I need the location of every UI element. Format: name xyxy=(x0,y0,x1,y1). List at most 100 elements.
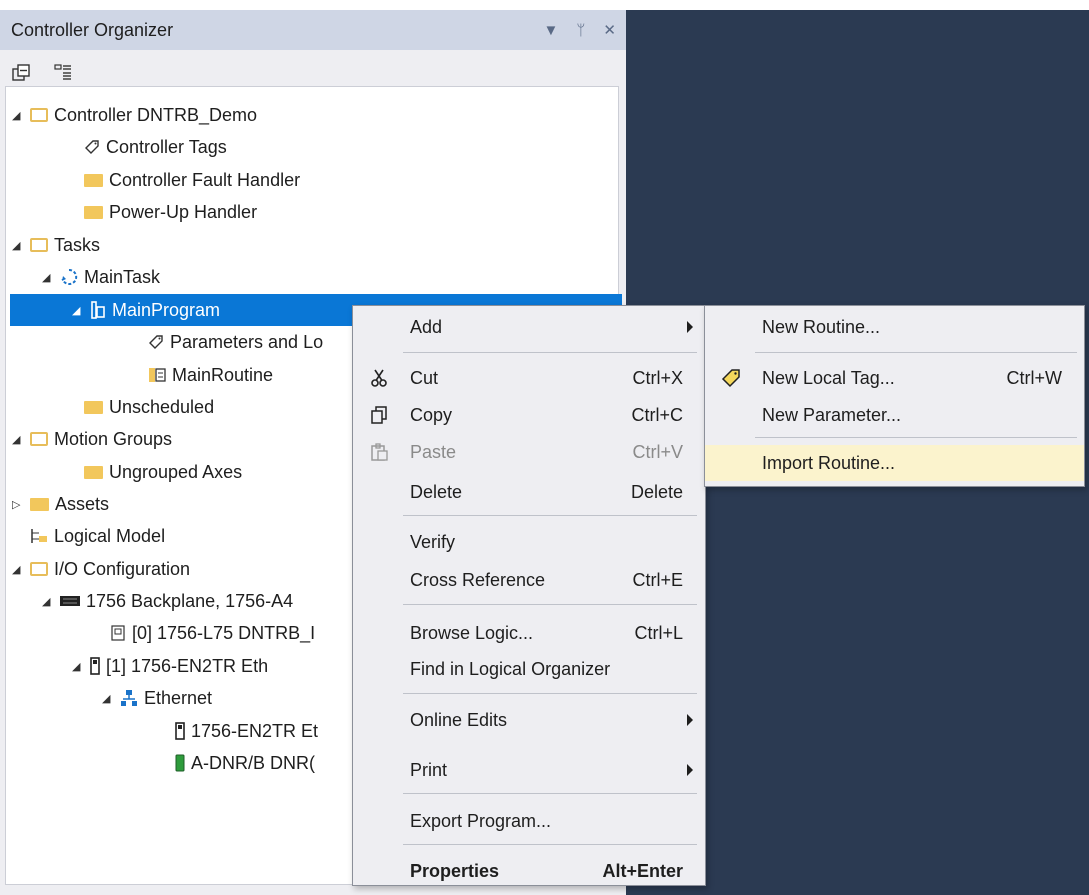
tree-item[interactable]: Controller Fault Handler xyxy=(66,164,300,196)
tree-item-label: A-DNR/B DNR( xyxy=(191,752,315,773)
menu-item-label: Paste xyxy=(410,441,457,462)
menu-separator xyxy=(403,693,697,694)
tree-item[interactable]: ◢ MainTask xyxy=(42,261,160,293)
tree-item-label: Motion Groups xyxy=(54,428,173,449)
submenu-item-new-routine[interactable]: New Routine... xyxy=(705,309,1084,345)
tree-item-label: Tasks xyxy=(54,234,101,255)
expander-icon[interactable]: ◢ xyxy=(42,271,60,284)
close-icon[interactable]: ✕ xyxy=(603,21,616,39)
top-strip xyxy=(0,0,1089,10)
tree-item[interactable]: MainRoutine xyxy=(130,359,273,391)
expander-icon[interactable]: ◢ xyxy=(72,304,90,317)
panel-title: Controller Organizer xyxy=(11,19,174,40)
submenu-item-import-routine[interactable]: Import Routine... xyxy=(705,445,1084,481)
menu-item-cross-reference[interactable]: Cross Reference Ctrl+E xyxy=(353,562,705,598)
folder-open-icon xyxy=(30,432,54,446)
menu-item-label: Delete xyxy=(410,481,463,502)
tag-icon xyxy=(84,139,106,155)
menu-separator xyxy=(403,793,697,794)
dropdown-icon[interactable]: ▼ xyxy=(544,22,559,39)
tree-item-label: Controller Fault Handler xyxy=(109,169,301,190)
tree-item[interactable]: ◢ I/O Configuration xyxy=(12,553,190,585)
tree-item-label: Unscheduled xyxy=(109,396,215,417)
routine-icon xyxy=(148,367,172,383)
menu-item-browse-logic[interactable]: Browse Logic... Ctrl+L xyxy=(353,615,705,651)
menu-item-paste[interactable]: Paste Ctrl+V xyxy=(353,434,705,470)
submenu-arrow-icon xyxy=(687,714,693,726)
tree-item-label: Parameters and Lo xyxy=(170,331,324,352)
folder-open-icon xyxy=(30,562,54,576)
tree-item-label: Ungrouped Axes xyxy=(109,461,243,482)
tree-item[interactable]: ◢ Motion Groups xyxy=(12,423,172,455)
folder-open-icon xyxy=(30,108,54,122)
expander-icon[interactable]: ▷ xyxy=(12,498,30,511)
menu-item-label: Find in Logical Organizer xyxy=(410,658,611,679)
expander-icon[interactable]: ◢ xyxy=(12,433,30,446)
menu-item-label: Import Routine... xyxy=(762,452,896,473)
menu-item-cut[interactable]: Cut Ctrl+X xyxy=(353,360,705,396)
tree-item[interactable]: Ungrouped Axes xyxy=(66,456,242,488)
tree-item-label: 1756 Backplane, 1756-A4 xyxy=(86,590,294,611)
menu-separator xyxy=(403,352,697,353)
tree-item-label: Controller Tags xyxy=(106,136,227,157)
menu-item-properties[interactable]: Properties Alt+Enter xyxy=(353,853,705,889)
module-icon xyxy=(175,722,191,740)
tree-item-label: I/O Configuration xyxy=(54,558,191,579)
submenu-item-new-parameter[interactable]: New Parameter... xyxy=(705,397,1084,433)
tree-item-label: MainRoutine xyxy=(172,364,274,385)
tree-item[interactable]: ◢ 1756 Backplane, 1756-A4 xyxy=(42,585,293,617)
menu-item-shortcut: Ctrl+X xyxy=(632,367,683,388)
expander-icon[interactable]: ◢ xyxy=(42,595,60,608)
expander-icon[interactable]: ◢ xyxy=(12,239,30,252)
tree-item[interactable]: ◢ Controller DNTRB_Demo xyxy=(12,99,257,131)
menu-item-print[interactable]: Print xyxy=(353,752,705,788)
tree-item-label: MainProgram xyxy=(112,299,221,320)
collapse-all-icon[interactable] xyxy=(12,64,30,82)
tree-item[interactable]: Controller Tags xyxy=(66,131,227,163)
menu-item-delete[interactable]: Delete Delete xyxy=(353,474,705,510)
menu-item-label: Verify xyxy=(410,531,456,552)
menu-item-export-program[interactable]: Export Program... xyxy=(353,803,705,839)
submenu-item-new-local-tag[interactable]: New Local Tag... Ctrl+W xyxy=(705,360,1084,396)
tree-item-label: 1756-EN2TR Et xyxy=(191,720,319,741)
menu-item-add[interactable]: Add xyxy=(353,309,705,345)
tree-item[interactable]: ◢ Ethernet xyxy=(102,682,212,714)
module-icon xyxy=(90,657,106,675)
menu-item-online-edits[interactable]: Online Edits xyxy=(353,702,705,738)
menu-item-copy[interactable]: Copy Ctrl+C xyxy=(353,397,705,433)
backplane-icon xyxy=(60,595,86,607)
tree-item[interactable]: [0] 1756-L75 DNTRB_I xyxy=(92,617,315,649)
tree-item[interactable]: ◢ [1] 1756-EN2TR Eth xyxy=(72,650,268,682)
submenu-arrow-icon xyxy=(687,764,693,776)
tree-item-label: [0] 1756-L75 DNTRB_I xyxy=(132,622,316,643)
folder-icon xyxy=(84,465,109,479)
tree-item[interactable]: Power-Up Handler xyxy=(66,196,257,228)
tree-item-label: [1] 1756-EN2TR Eth xyxy=(106,655,269,676)
tree-item[interactable]: ◢ Tasks xyxy=(12,229,100,261)
tree-item[interactable]: A-DNR/B DNR( xyxy=(157,747,315,779)
view-options-icon[interactable] xyxy=(54,64,72,82)
expander-icon[interactable]: ◢ xyxy=(12,563,30,576)
tree-item[interactable]: ▷ Assets xyxy=(12,488,109,520)
expander-icon[interactable]: ◢ xyxy=(72,660,90,673)
expander-icon[interactable]: ◢ xyxy=(12,109,30,122)
tree-item[interactable]: Parameters and Lo xyxy=(130,326,323,358)
tree-item-label: Logical Model xyxy=(54,525,166,546)
menu-item-verify[interactable]: Verify xyxy=(353,524,705,560)
folder-icon xyxy=(30,497,55,511)
tree-item[interactable]: Unscheduled xyxy=(66,391,214,423)
menu-item-shortcut: Alt+Enter xyxy=(602,860,683,881)
tree-item[interactable]: Logical Model xyxy=(12,520,165,552)
tree-item-label: MainTask xyxy=(84,266,161,287)
menu-item-shortcut: Ctrl+V xyxy=(632,441,683,462)
folder-icon xyxy=(84,400,109,414)
folder-icon xyxy=(84,173,109,187)
tree-item[interactable]: 1756-EN2TR Et xyxy=(157,715,318,747)
menu-item-label: Cut xyxy=(410,367,439,388)
menu-item-shortcut: Ctrl+E xyxy=(632,569,683,590)
pin-icon[interactable]: ᛘ xyxy=(576,22,585,39)
expander-icon[interactable]: ◢ xyxy=(102,692,120,705)
tag-icon xyxy=(148,334,170,350)
menu-item-find-in-logical-organizer[interactable]: Find in Logical Organizer xyxy=(353,651,705,687)
submenu-arrow-icon xyxy=(687,321,693,333)
